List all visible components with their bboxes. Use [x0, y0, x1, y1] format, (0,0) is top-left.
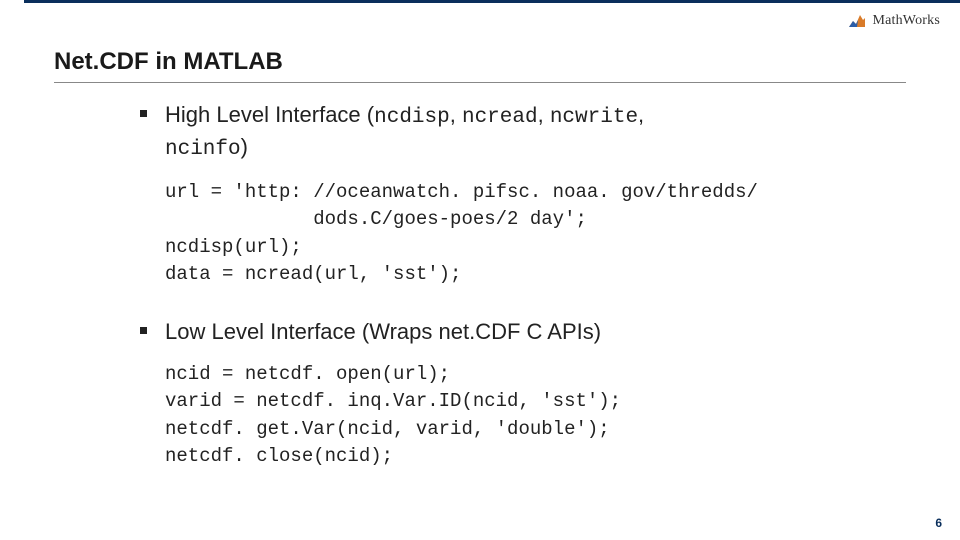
mathworks-icon	[848, 12, 866, 30]
bullet-text-1: High Level Interface (ncdisp, ncread, nc…	[165, 100, 644, 165]
bullet-text-2: Low Level Interface (Wraps net.CDF C API…	[165, 317, 601, 347]
bullet-high-level: High Level Interface (ncdisp, ncread, nc…	[140, 100, 900, 165]
code-ncwrite: ncwrite	[550, 106, 638, 129]
brand-logo: MathWorks	[848, 12, 940, 30]
brand-name: MathWorks	[872, 13, 940, 29]
slide-title: Net.CDF in MATLAB	[54, 48, 283, 76]
bullet-low-level: Low Level Interface (Wraps net.CDF C API…	[140, 317, 900, 347]
title-underline	[54, 82, 906, 83]
bullet-marker	[140, 327, 147, 334]
code-ncinfo: ncinfo	[165, 138, 241, 161]
b1-suffix: )	[241, 134, 248, 159]
code-block-high-level: url = 'http: //oceanwatch. pifsc. noaa. …	[165, 179, 900, 289]
code-ncread: ncread	[462, 106, 538, 129]
b1-prefix: High Level Interface (	[165, 102, 374, 127]
slide-content: High Level Interface (ncdisp, ncread, nc…	[140, 100, 900, 499]
bullet-marker	[140, 110, 147, 117]
code-block-low-level: ncid = netcdf. open(url); varid = netcdf…	[165, 361, 900, 471]
top-accent-bar	[24, 0, 960, 3]
page-number: 6	[935, 516, 942, 530]
code-ncdisp: ncdisp	[374, 106, 450, 129]
